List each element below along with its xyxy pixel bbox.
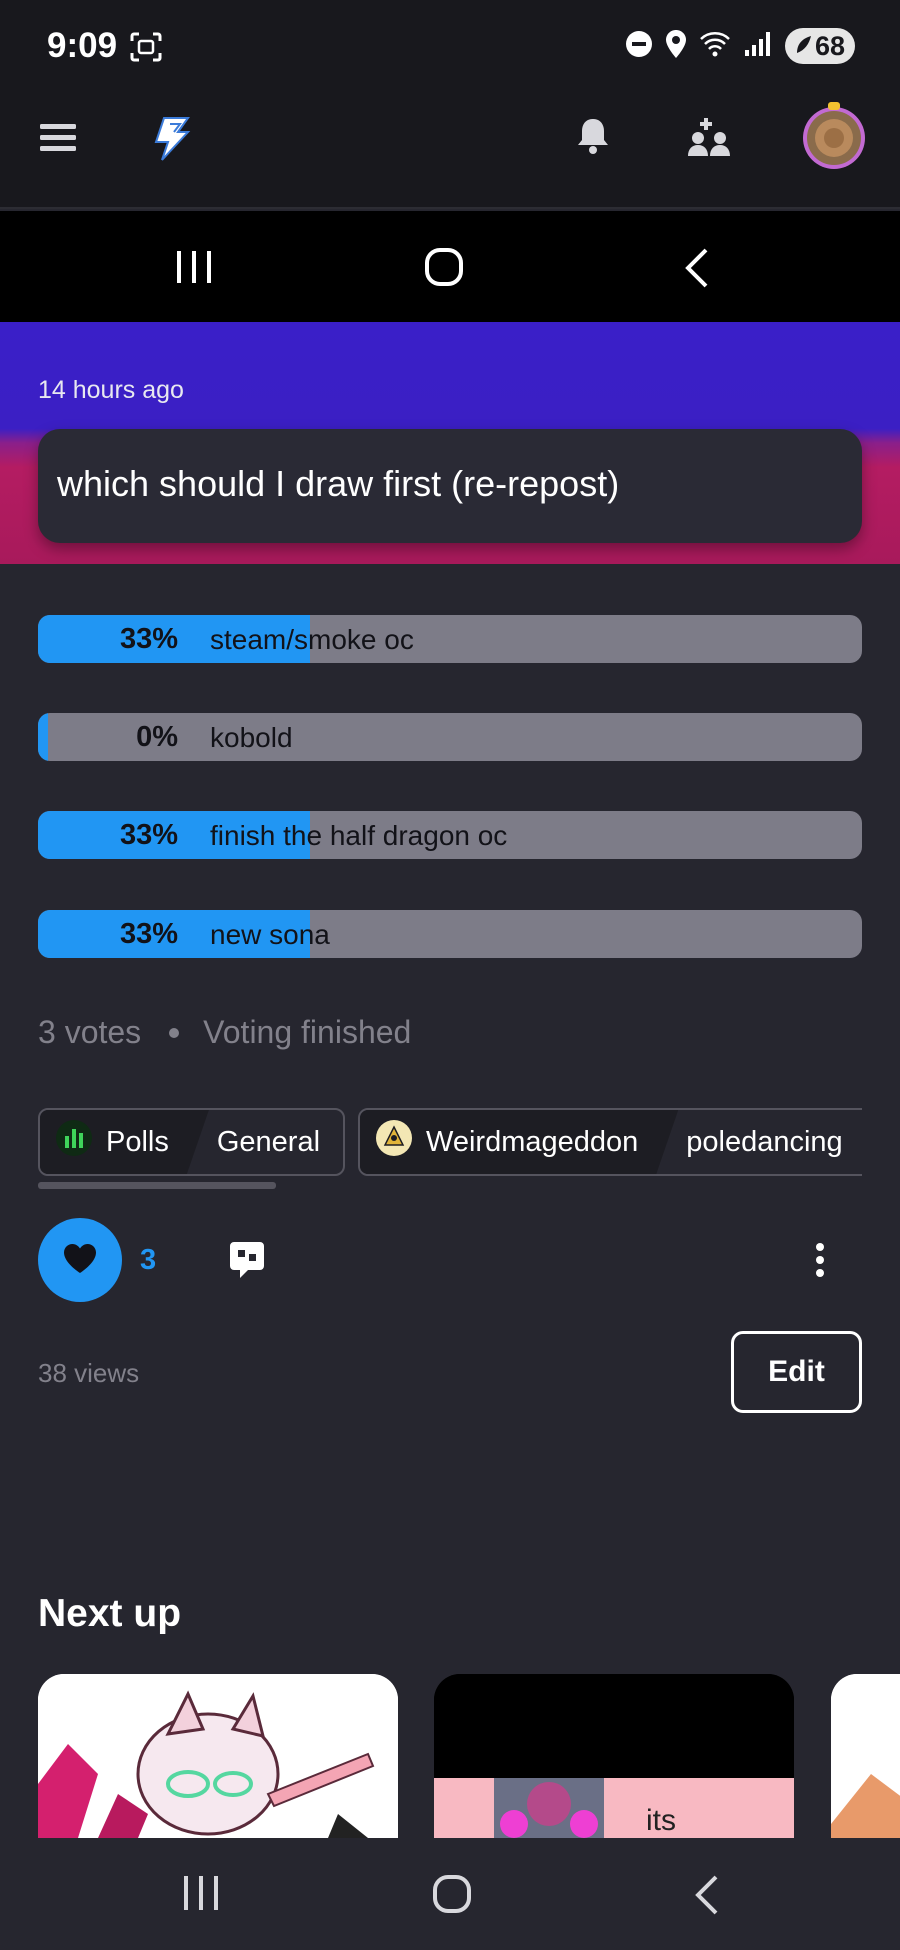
card-2-caption: its — [646, 1804, 676, 1837]
poll-option-label: new sona — [210, 919, 330, 950]
poll-summary: 3 votes Voting finished — [38, 1014, 411, 1051]
system-nav-bar — [0, 1838, 900, 1950]
poll-option-label: kobold — [210, 722, 293, 753]
post-banner: 14 hours ago which should I draw first (… — [0, 322, 900, 564]
recent-apps-icon[interactable] — [174, 249, 214, 290]
community-tags: Polls General Weirdmageddon poledancing — [38, 1108, 862, 1178]
next-up-carousel: its — [0, 1674, 900, 1838]
bell-icon[interactable] — [576, 116, 610, 161]
avatar[interactable] — [800, 100, 868, 175]
status-bar: 9:09 68 — [0, 0, 900, 96]
view-count: 38 views — [38, 1358, 140, 1388]
weirdmageddon-community-icon — [376, 1120, 412, 1164]
tag-community-name: Polls — [106, 1125, 169, 1158]
card-3-artwork — [831, 1674, 900, 1838]
screenshot-icon — [130, 32, 162, 67]
vote-count: 3 votes — [38, 1014, 142, 1050]
more-vertical-icon[interactable] — [812, 1242, 828, 1283]
app-header — [0, 96, 900, 209]
add-people-icon[interactable] — [688, 116, 732, 163]
polls-community-icon — [56, 1120, 92, 1164]
tag-community-name: Weirdmageddon — [426, 1125, 639, 1158]
battery-level: 68 — [814, 30, 845, 61]
home-icon[interactable] — [432, 1874, 472, 1919]
system-nav-bar-overlay — [0, 211, 900, 322]
poll-option-1[interactable]: 33% steam/smoke oc — [38, 615, 862, 663]
status-time: 9:09 — [47, 26, 118, 65]
lightning-icon[interactable] — [150, 116, 192, 167]
poll-option-3[interactable]: 33% finish the half dragon oc — [38, 811, 862, 859]
battery-saver-icon — [793, 31, 813, 62]
separator-dot — [169, 1027, 180, 1038]
poll-option-percent: 33% — [119, 918, 178, 950]
poll-option-label: finish the half dragon oc — [210, 820, 508, 851]
location-icon — [665, 29, 687, 64]
poll-option-percent: 33% — [119, 623, 178, 655]
hamburger-icon[interactable] — [40, 122, 76, 159]
next-up-card-3[interactable] — [831, 1674, 900, 1838]
signal-icon — [743, 30, 773, 63]
recent-apps-icon[interactable] — [181, 1874, 221, 1917]
tag-community: Weirdmageddon — [360, 1110, 678, 1174]
heart-icon — [62, 1242, 98, 1279]
poll-option-label: steam/smoke oc — [210, 624, 414, 655]
battery-indicator: 68 — [784, 28, 855, 64]
tag-category: poledancing — [686, 1125, 843, 1158]
like-count: 3 — [140, 1244, 157, 1276]
next-up-card-2[interactable]: its — [434, 1674, 794, 1838]
back-icon[interactable] — [682, 247, 710, 294]
poll-option-percent: 0% — [136, 721, 178, 753]
next-up-card-1[interactable] — [38, 1674, 398, 1838]
tag-community: Polls — [40, 1110, 209, 1174]
back-icon[interactable] — [692, 1874, 720, 1921]
tag-chip-weirdmageddon[interactable]: Weirdmageddon poledancing — [358, 1108, 862, 1176]
edit-button[interactable]: Edit — [731, 1331, 862, 1413]
wifi-icon — [699, 30, 731, 63]
next-up-heading: Next up — [38, 1592, 182, 1635]
do-not-disturb-icon — [625, 30, 653, 63]
like-button[interactable] — [38, 1218, 122, 1302]
post-title-card: which should I draw first (re-repost) — [38, 429, 862, 543]
tag-category: General — [216, 1125, 321, 1158]
voting-status: Voting finished — [203, 1014, 412, 1050]
tag-chip-polls[interactable]: Polls General — [38, 1108, 345, 1176]
card-2-artwork — [434, 1674, 794, 1838]
card-1-artwork — [38, 1674, 398, 1838]
poll-option-percent: 33% — [119, 819, 178, 851]
post-title: which should I draw first (re-repost) — [57, 463, 620, 504]
home-icon[interactable] — [424, 247, 464, 292]
comment-icon[interactable] — [228, 1240, 266, 1285]
tags-scroll-indicator — [38, 1182, 276, 1189]
post-timestamp: 14 hours ago — [38, 376, 184, 404]
poll-option-4[interactable]: 33% new sona — [38, 910, 862, 958]
poll-option-2[interactable]: 0% kobold — [38, 713, 862, 761]
status-icons: 68 — [625, 28, 855, 64]
